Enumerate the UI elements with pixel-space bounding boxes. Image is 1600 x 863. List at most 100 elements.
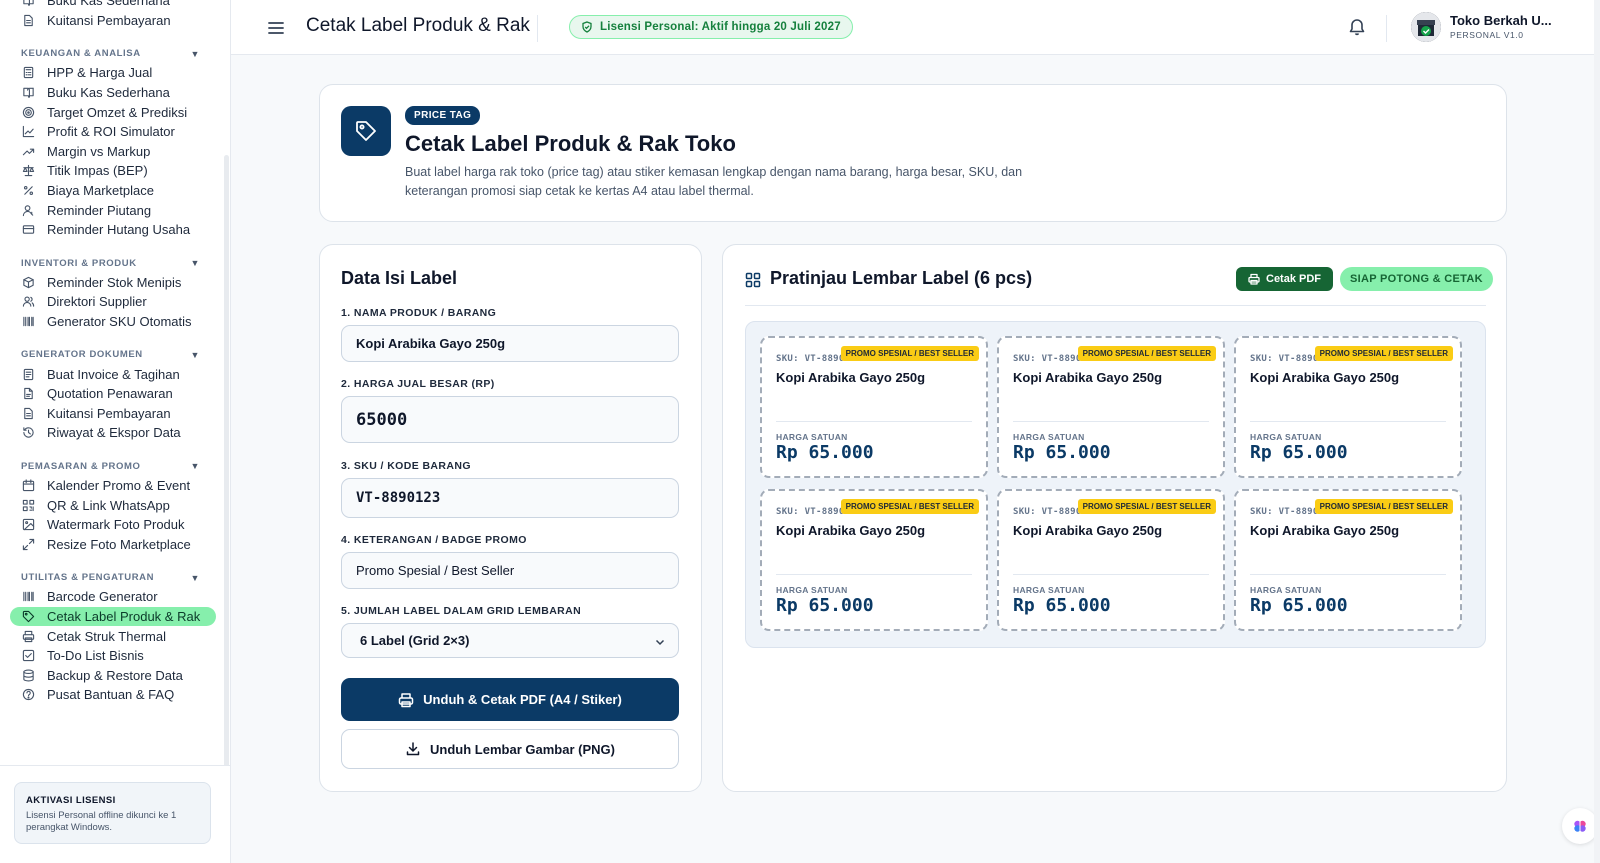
assistant-button[interactable] <box>1562 808 1598 844</box>
sidebar-item-direktori-supplier[interactable]: Direktori Supplier <box>0 292 222 312</box>
label-price-caption: HARGA SATUAN <box>776 585 848 595</box>
sku-label: 3. SKU / KODE BARANG <box>341 460 471 472</box>
sidebar-group-title: KEUANGAN & ANALISA <box>21 48 141 60</box>
sidebar-item-quotation-penawaran[interactable]: Quotation Penawaran <box>0 384 222 404</box>
barcode-icon <box>23 592 34 602</box>
printer-icon <box>22 630 35 642</box>
sidebar-item-label: Reminder Piutang <box>47 202 152 218</box>
promo-badge: PROMO SPESIAL / BEST SELLER <box>840 346 979 361</box>
printer-icon <box>398 692 414 707</box>
sidebar-item-watermark-foto-produk[interactable]: Watermark Foto Produk <box>0 515 222 535</box>
sidebar-item-cetak-struk-thermal[interactable]: Cetak Struk Thermal <box>0 626 222 646</box>
sidebar-item-label: Cetak Label Produk & Rak <box>47 608 201 624</box>
license-box-title: AKTIVASI LISENSI <box>26 795 116 806</box>
sidebar-item-backup-restore-data[interactable]: Backup & Restore Data <box>0 665 222 685</box>
price-label-card: SKU: VT-8890123 PROMO SPESIAL / BEST SELL… <box>760 336 988 478</box>
label-price: Rp 65.000 <box>1013 595 1111 616</box>
divider <box>1250 421 1446 422</box>
sidebar-group-header[interactable]: GENERATOR DOKUMEN ▼ <box>0 345 222 364</box>
divider <box>745 305 1486 306</box>
sidebar-item-hpp-harga-jual[interactable]: HPP & Harga Jual <box>0 63 222 83</box>
price-label-card: SKU: VT-8890123 PROMO SPESIAL / BEST SELL… <box>1234 336 1462 478</box>
label-product-name: Kopi Arabika Gayo 250g <box>1013 523 1163 538</box>
sidebar-item-kuitansi-pembayaran[interactable]: Kuitansi Pembayaran <box>0 11 222 31</box>
download-png-button[interactable]: Unduh Lembar Gambar (PNG) <box>341 729 679 769</box>
user-clock-icon <box>22 204 34 216</box>
sidebar-item-pusat-bantuan-faq[interactable]: Pusat Bantuan & FAQ <box>0 685 222 705</box>
sidebar-item-cetak-label-produk-rak[interactable]: Cetak Label Produk & Rak <box>10 606 216 627</box>
promo-input[interactable]: Promo Spesial / Best Seller <box>341 552 679 589</box>
sidebar-item-qr-link-whatsapp[interactable]: QR & Link WhatsApp <box>0 495 222 515</box>
label-product-name: Kopi Arabika Gayo 250g <box>1013 370 1163 385</box>
receipt-icon <box>24 14 33 27</box>
sidebar-item-profit-roi-simulator[interactable]: Profit & ROI Simulator <box>0 122 222 142</box>
license-activation-box[interactable]: AKTIVASI LISENSI Lisensi Personal offlin… <box>14 782 211 844</box>
qr-icon <box>22 499 35 511</box>
download-print-pdf-button[interactable]: Unduh & Cetak PDF (A4 / Stiker) <box>341 678 679 721</box>
print-pdf-label: Cetak PDF <box>1266 273 1322 285</box>
bell-icon[interactable] <box>1348 17 1366 36</box>
sidebar-group-header[interactable]: KEUANGAN & ANALISA ▼ <box>0 44 222 63</box>
label-product-name: Kopi Arabika Gayo 250g <box>1250 370 1400 385</box>
book-icon <box>23 87 34 98</box>
sidebar-item-label: Kuitansi Pembayaran <box>47 12 171 28</box>
sidebar-item-buku-kas-sederhana[interactable]: Buku Kas Sederhana <box>0 83 222 103</box>
history-icon <box>23 427 34 439</box>
calculator-icon <box>23 67 34 79</box>
price-input[interactable]: 65000 <box>341 396 679 443</box>
label-price: Rp 65.000 <box>776 442 874 463</box>
sidebar-item-label: Cetak Struk Thermal <box>47 628 166 644</box>
sidebar-item-buku-kas-sederhana[interactable]: Buku Kas Sederhana <box>0 0 222 11</box>
sidebar-item-riwayat-ekspor-data[interactable]: Riwayat & Ekspor Data <box>0 423 222 443</box>
label-product-name: Kopi Arabika Gayo 250g <box>776 523 926 538</box>
sidebar-item-titik-impas-bep[interactable]: Titik Impas (BEP) <box>0 161 222 181</box>
sidebar-item-reminder-stok-menipis[interactable]: Reminder Stok Menipis <box>0 273 222 293</box>
sidebar-item-biaya-marketplace[interactable]: Biaya Marketplace <box>0 181 222 201</box>
sku-input[interactable]: VT-8890123 <box>341 478 679 518</box>
sidebar-item-label: Barcode Generator <box>47 589 158 605</box>
hero-icon-box <box>341 106 391 156</box>
divider <box>1013 421 1209 422</box>
sidebar-item-to-do-list-bisnis[interactable]: To-Do List Bisnis <box>0 646 222 666</box>
product-name-input[interactable]: Kopi Arabika Gayo 250g <box>341 325 679 362</box>
price-label-card: SKU: VT-8890123 PROMO SPESIAL / BEST SELL… <box>997 489 1225 631</box>
label-price-caption: HARGA SATUAN <box>1250 432 1322 442</box>
sidebar-item-buat-invoice-tagihan[interactable]: Buat Invoice & Tagihan <box>0 364 222 384</box>
sidebar-item-kuitansi-pembayaran[interactable]: Kuitansi Pembayaran <box>0 404 222 424</box>
user-name[interactable]: Toko Berkah U... <box>1450 13 1552 28</box>
sidebar-item-reminder-piutang[interactable]: Reminder Piutang <box>0 200 222 220</box>
sidebar-item-generator-sku-otomatis[interactable]: Generator SKU Otomatis <box>0 312 222 332</box>
label-product-name: Kopi Arabika Gayo 250g <box>1250 523 1400 538</box>
avatar[interactable] <box>1411 12 1441 42</box>
label-sheet: SKU: VT-8890123 PROMO SPESIAL / BEST SELL… <box>745 321 1486 648</box>
database-icon <box>23 669 34 682</box>
sidebar-group-title: UTILITAS & PENGATURAN <box>21 572 155 584</box>
sidebar-item-label: Pusat Bantuan & FAQ <box>47 687 175 703</box>
sidebar-group-title: INVENTORI & PRODUK <box>21 257 137 269</box>
sidebar-group-header[interactable]: PEMASARAN & PROMO ▼ <box>0 457 222 476</box>
sidebar-item-target-omzet-prediksi[interactable]: Target Omzet & Prediksi <box>0 102 222 122</box>
sidebar-item-reminder-hutang-usaha[interactable]: Reminder Hutang Usaha <box>0 220 222 240</box>
sidebar-item-label: Resize Foto Marketplace <box>47 536 191 552</box>
sidebar-item-label: Margin vs Markup <box>47 143 151 159</box>
checkbox-icon <box>22 649 35 662</box>
collapse-triangle-icon: ▼ <box>190 258 200 269</box>
sidebar-item-resize-foto-marketplace[interactable]: Resize Foto Marketplace <box>0 534 222 554</box>
sidebar-item-barcode-generator[interactable]: Barcode Generator <box>0 587 222 607</box>
sidebar-item-margin-vs-markup[interactable]: Margin vs Markup <box>0 142 222 162</box>
license-status-badge: Lisensi Personal: Aktif hingga 20 Juli 2… <box>569 15 853 39</box>
sidebar-item-label: Target Omzet & Prediksi <box>47 104 188 120</box>
preview-card: Pratinjau Lembar Label (6 pcs) Cetak PDF… <box>722 244 1507 792</box>
sidebar-group-header[interactable]: INVENTORI & PRODUK ▼ <box>0 254 222 273</box>
label-price-caption: HARGA SATUAN <box>1013 432 1085 442</box>
promo-badge: PROMO SPESIAL / BEST SELLER <box>1314 346 1453 361</box>
print-pdf-button[interactable]: Cetak PDF <box>1236 267 1334 291</box>
sidebar-item-kalender-promo-event[interactable]: Kalender Promo & Event <box>0 476 222 496</box>
sidebar-scrollbar[interactable] <box>224 155 229 855</box>
category-pill: PRICE TAG <box>405 106 481 125</box>
menu-icon[interactable] <box>267 19 285 37</box>
grid-select[interactable]: 6 Label (Grid 2×3) <box>341 623 679 658</box>
product-name-label: 1. NAMA PRODUK / BARANG <box>341 307 497 319</box>
sidebar-group-header[interactable]: UTILITAS & PENGATURAN ▼ <box>0 568 222 587</box>
page-scrollbar[interactable] <box>1594 0 1600 863</box>
